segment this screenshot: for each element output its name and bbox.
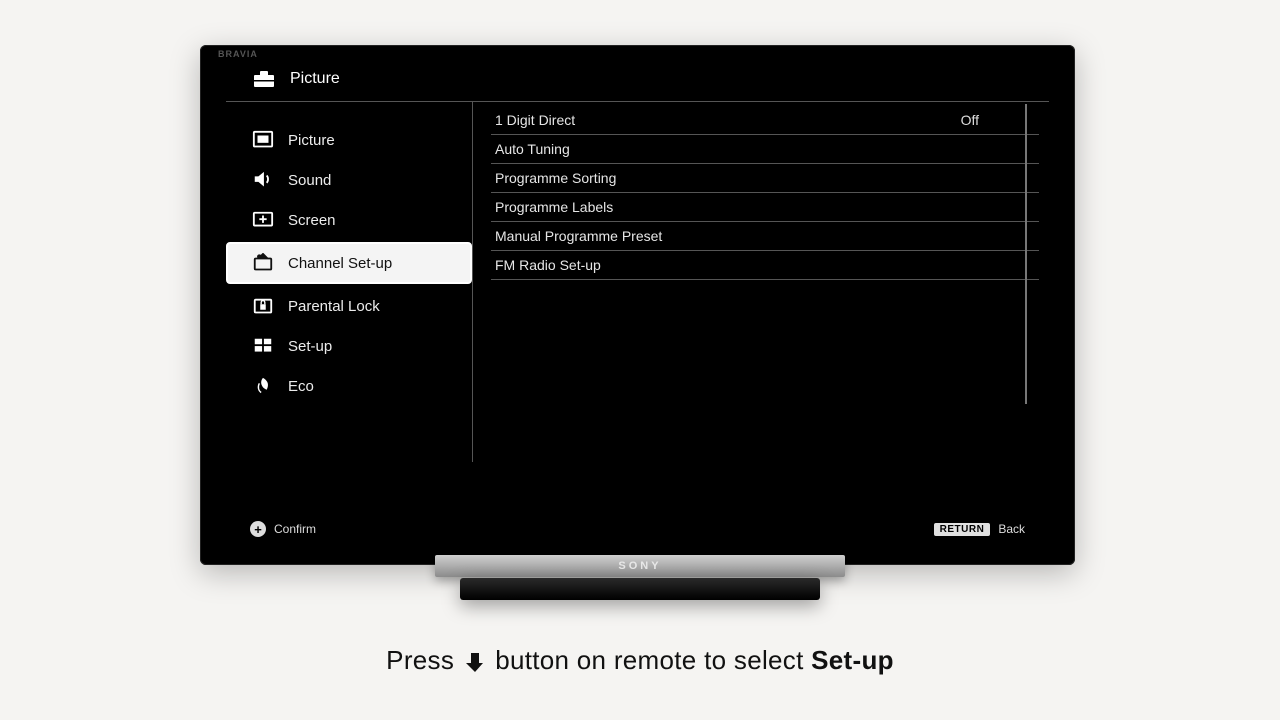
menu-header-title: Picture [290,70,340,88]
confirm-hint: + Confirm [250,521,316,537]
sidebar-item-label: Set-up [288,338,332,355]
sidebar-item-eco[interactable]: Eco [226,366,472,406]
sidebar-item-channel-setup[interactable]: Channel Set-up [226,242,472,284]
detail-row-auto-tuning[interactable]: Auto Tuning [491,135,1039,164]
sidebar-item-label: Eco [288,378,314,395]
sidebar-item-label: Picture [288,132,335,149]
settings-sidebar: Picture Sound Screen [226,102,472,462]
detail-row-fm-radio-setup[interactable]: FM Radio Set-up [491,251,1039,280]
eco-icon [252,376,274,396]
detail-row-value: Off [961,112,979,128]
sound-icon [252,170,274,190]
sidebar-item-sound[interactable]: Sound [226,160,472,200]
detail-pane: 1 Digit Direct Off Auto Tuning Programme… [472,102,1049,462]
tv-brand-top: BRAVIA [218,49,258,59]
detail-row-label: Auto Tuning [495,141,570,157]
tv-screen: Picture Picture Sound [214,59,1061,543]
detail-row-label: FM Radio Set-up [495,257,601,273]
picture-icon [252,130,274,150]
detail-row-programme-sorting[interactable]: Programme Sorting [491,164,1039,193]
back-hint: RETURN Back [934,522,1025,536]
sidebar-item-setup[interactable]: Set-up [226,326,472,366]
sidebar-item-label: Channel Set-up [288,255,392,272]
detail-row-label: Manual Programme Preset [495,228,662,244]
sidebar-item-picture[interactable]: Picture [226,120,472,160]
detail-row-label: Programme Labels [495,199,613,215]
caption-target: Set-up [811,645,894,675]
tv-brand-logo: SONY [435,555,845,577]
sidebar-item-label: Sound [288,172,331,189]
sidebar-item-label: Parental Lock [288,298,380,315]
scrollbar[interactable] [1025,104,1027,404]
sidebar-item-label: Screen [288,212,336,229]
toolbox-icon [252,69,276,89]
down-arrow-icon [466,651,484,673]
setup-icon [252,336,274,356]
confirm-label: Confirm [274,522,316,536]
detail-row-1-digit-direct[interactable]: 1 Digit Direct Off [491,106,1039,135]
detail-row-manual-programme-preset[interactable]: Manual Programme Preset [491,222,1039,251]
menu-header: Picture [226,59,1049,102]
caption-suffix: button on remote to select [495,645,811,675]
sidebar-item-screen[interactable]: Screen [226,200,472,240]
detail-row-label: 1 Digit Direct [495,112,575,128]
tv-stand [460,578,820,600]
channel-setup-icon [252,253,274,273]
tv-frame: BRAVIA Picture Picture [200,45,1075,565]
sidebar-item-parental-lock[interactable]: Parental Lock [226,286,472,326]
menu-footer: + Confirm RETURN Back [214,521,1061,537]
instruction-caption: Press button on remote to select Set-up [0,645,1280,676]
detail-row-programme-labels[interactable]: Programme Labels [491,193,1039,222]
parental-lock-icon [252,296,274,316]
screen-icon [252,210,274,230]
detail-row-label: Programme Sorting [495,170,616,186]
caption-prefix: Press [386,645,461,675]
dpad-center-icon: + [250,521,266,537]
back-label: Back [998,522,1025,536]
return-badge: RETURN [934,523,991,536]
